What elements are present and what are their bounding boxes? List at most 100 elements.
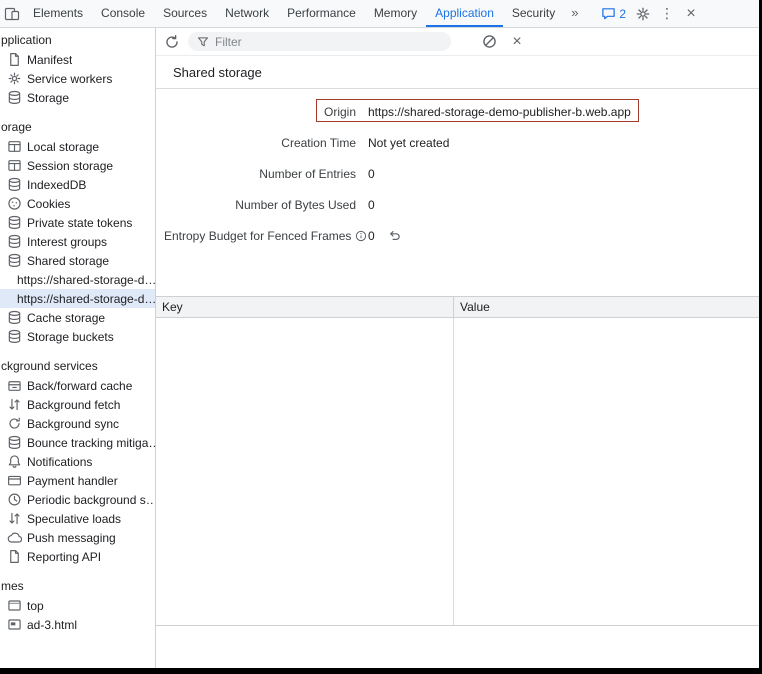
cookie-icon (7, 196, 22, 211)
sidebar-item-cache-storage[interactable]: Cache storage (0, 308, 155, 327)
metadata-label: Number of Bytes Used (164, 198, 356, 212)
info-icon[interactable] (355, 230, 367, 242)
sidebar-section-1: orageLocal storageSession storageIndexed… (0, 118, 155, 346)
sidebar-item-reporting-api[interactable]: Reporting API (0, 547, 155, 566)
database-icon (7, 234, 22, 249)
close-view-icon[interactable]: × (505, 33, 529, 51)
sidebar-item-speculative-loads[interactable]: Speculative loads (0, 509, 155, 528)
sidebar-item-label: Background sync (27, 417, 119, 431)
sidebar-item-back-forward-cache[interactable]: Back/forward cache (0, 376, 155, 395)
sidebar-item-storage[interactable]: Storage (0, 88, 155, 107)
filter-box[interactable]: Filter (188, 32, 451, 51)
entries-table: KeyValue (156, 296, 759, 626)
sidebar-item-background-fetch[interactable]: Background fetch (0, 395, 155, 414)
metadata-row-creation-time: Creation TimeNot yet created (164, 132, 759, 153)
sidebar-item-cookies[interactable]: Cookies (0, 194, 155, 213)
panel-tabs: ElementsConsoleSourcesNetworkPerformance… (24, 0, 564, 27)
settings-gear-icon[interactable] (631, 0, 655, 27)
database-icon (7, 90, 22, 105)
close-devtools-icon[interactable]: × (679, 0, 703, 27)
sidebar-item-private-state-tokens[interactable]: Private state tokens (0, 213, 155, 232)
table-icon (7, 158, 22, 173)
sidebar-section-header: ckground services (0, 357, 155, 376)
tab-elements[interactable]: Elements (24, 0, 92, 27)
cache-icon (7, 378, 22, 393)
bell-icon (7, 454, 22, 469)
table-header-key[interactable]: Key (156, 297, 454, 317)
tab-sources[interactable]: Sources (154, 0, 216, 27)
reset-budget-icon[interactable] (388, 229, 401, 242)
table-icon (7, 139, 22, 154)
window-bottom-edge (0, 668, 762, 674)
metadata-value: 0 (368, 198, 375, 212)
sidebar-item-session-storage[interactable]: Session storage (0, 156, 155, 175)
sidebar-section-2: ckground servicesBack/forward cacheBackg… (0, 357, 155, 566)
sidebar-item-bounce-tracking-mitiga[interactable]: Bounce tracking mitiga… (0, 433, 155, 452)
shared-storage-panel: Filter × Shared storage Originhttps://sh… (156, 28, 759, 668)
clock-icon (7, 492, 22, 507)
device-toolbar-icon[interactable] (0, 0, 24, 27)
sidebar-item-storage-buckets[interactable]: Storage buckets (0, 327, 155, 346)
sidebar-item-label: Push messaging (27, 531, 116, 545)
clear-all-icon[interactable] (477, 34, 501, 49)
sidebar-item-label: Payment handler (27, 474, 118, 488)
tab-network[interactable]: Network (216, 0, 278, 27)
sidebar-item-shared-storage[interactable]: Shared storage (0, 251, 155, 270)
sidebar-item-https-shared-storage-d[interactable]: https://shared-storage-d… (0, 289, 155, 308)
filter-placeholder: Filter (215, 35, 242, 49)
metadata-label: Number of Entries (164, 167, 356, 181)
sidebar-item-https-shared-storage-d[interactable]: https://shared-storage-d… (0, 270, 155, 289)
more-options-icon[interactable]: ⋮ (655, 0, 679, 27)
devtools-window: ElementsConsoleSourcesNetworkPerformance… (0, 0, 762, 674)
metadata-row-number-of-entries: Number of Entries0 (164, 163, 759, 184)
sidebar-item-ad-3-html[interactable]: ad-3.html (0, 615, 155, 634)
sidebar-item-service-workers[interactable]: Service workers (0, 69, 155, 88)
sidebar-item-periodic-background-s[interactable]: Periodic background s… (0, 490, 155, 509)
tabbar-right-gap (703, 0, 759, 27)
metadata-section: Originhttps://shared-storage-demo-publis… (156, 89, 759, 256)
sidebar-item-indexeddb[interactable]: IndexedDB (0, 175, 155, 194)
sidebar-item-label: ad-3.html (27, 618, 77, 632)
issues-button[interactable]: 2 (596, 0, 631, 27)
metadata-label: Origin (164, 105, 356, 119)
metadata-value: 0 (368, 229, 401, 243)
metadata-label: Entropy Budget for Fenced Frames (164, 229, 356, 243)
sidebar-item-local-storage[interactable]: Local storage (0, 137, 155, 156)
more-tabs-button[interactable]: » (564, 0, 585, 27)
sidebar-item-interest-groups[interactable]: Interest groups (0, 232, 155, 251)
tab-memory[interactable]: Memory (365, 0, 426, 27)
tab-application[interactable]: Application (426, 0, 503, 27)
sidebar-item-label: Reporting API (27, 550, 101, 564)
sidebar-item-payment-handler[interactable]: Payment handler (0, 471, 155, 490)
view-title: Shared storage (156, 56, 759, 89)
table-header-value[interactable]: Value (454, 297, 759, 317)
document-icon (7, 549, 22, 564)
metadata-label-text: Entropy Budget for Fenced Frames (164, 229, 351, 243)
sidebar-item-label: Cache storage (27, 311, 105, 325)
sidebar-item-notifications[interactable]: Notifications (0, 452, 155, 471)
metadata-label-text: Creation Time (281, 136, 356, 150)
sidebar-item-top[interactable]: top (0, 596, 155, 615)
tab-security[interactable]: Security (503, 0, 564, 27)
fetch-icon (7, 397, 22, 412)
application-sidebar: pplicationManifestService workersStorage… (0, 28, 156, 668)
adframe-icon (7, 617, 22, 632)
entries-table-body[interactable] (156, 318, 759, 626)
issues-count: 2 (619, 7, 626, 21)
tab-performance[interactable]: Performance (278, 0, 365, 27)
sidebar-item-label: Notifications (27, 455, 92, 469)
sidebar-item-background-sync[interactable]: Background sync (0, 414, 155, 433)
database-icon (7, 435, 22, 450)
shared-storage-toolbar: Filter × (156, 28, 759, 56)
sidebar-item-label: Bounce tracking mitiga… (27, 436, 155, 450)
database-icon (7, 329, 22, 344)
metadata-row-origin: Originhttps://shared-storage-demo-publis… (164, 101, 759, 122)
sidebar-item-label: Speculative loads (27, 512, 121, 526)
tab-console[interactable]: Console (92, 0, 154, 27)
sidebar-item-manifest[interactable]: Manifest (0, 50, 155, 69)
refresh-icon[interactable] (160, 34, 184, 50)
sidebar-item-label: top (27, 599, 44, 613)
metadata-value-text: 0 (368, 229, 375, 243)
metadata-label-text: Number of Bytes Used (235, 198, 356, 212)
sidebar-item-push-messaging[interactable]: Push messaging (0, 528, 155, 547)
